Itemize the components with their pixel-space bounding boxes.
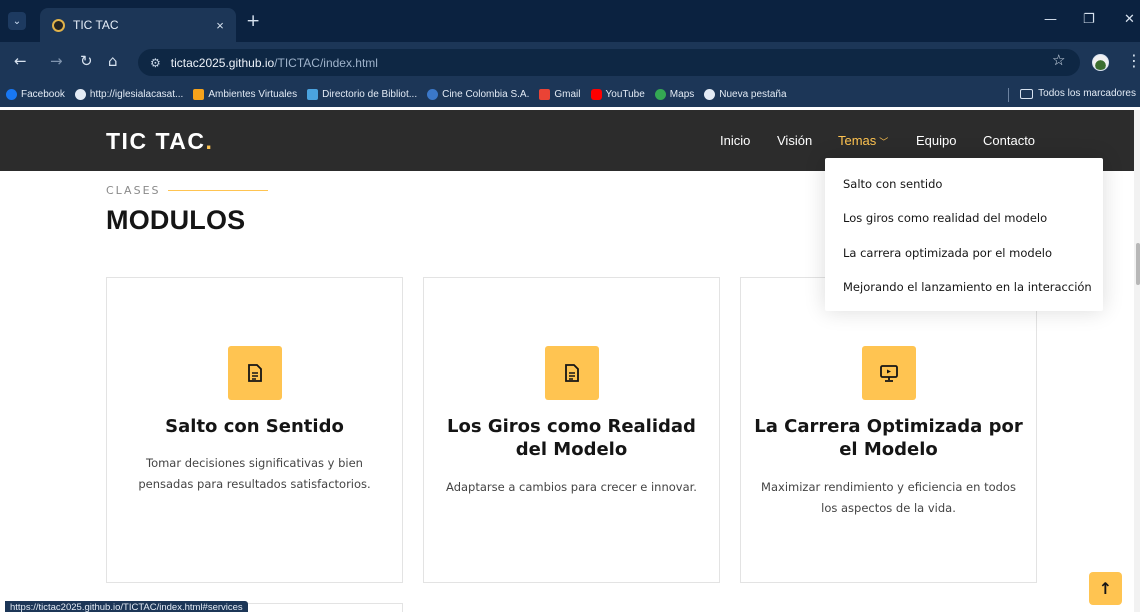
profile-avatar-icon[interactable]: [1092, 54, 1109, 71]
bookmark-maps[interactable]: Maps: [654, 89, 694, 100]
moodle-icon: [193, 89, 205, 100]
module-card-giros[interactable]: Los Giros como Realidad del Modelo Adapt…: [423, 277, 720, 583]
close-window-icon[interactable]: ✕: [1124, 12, 1135, 27]
section-eyebrow: CLASES: [106, 184, 161, 197]
bookmark-facebook[interactable]: Facebook: [6, 89, 65, 100]
nav-inicio[interactable]: Inicio: [720, 133, 750, 148]
card-title: La Carrera Optimizada por el Modelo: [754, 416, 1023, 460]
arrow-up-icon: ↑: [1098, 579, 1113, 598]
youtube-icon: [590, 89, 602, 100]
temas-dropdown: Salto con sentido Los giros como realida…: [825, 158, 1103, 311]
globe-icon: [704, 89, 716, 100]
facebook-icon: [6, 89, 17, 100]
page-scrollbar-thumb[interactable]: [1136, 243, 1140, 285]
dropdown-item-lanzamiento[interactable]: Mejorando el lanzamiento en la interacci…: [843, 280, 1092, 294]
chevron-down-icon: ﹀: [879, 137, 889, 147]
document-icon: [545, 346, 599, 400]
reload-icon[interactable]: ↻: [80, 52, 93, 70]
library-icon: [307, 89, 319, 100]
page-scrollbar[interactable]: [1134, 110, 1140, 612]
section-title: MODULOS: [106, 205, 246, 235]
card-title: Los Giros como Realidad del Modelo: [447, 416, 696, 460]
bookmark-iglesia[interactable]: http://iglesialacasat...: [74, 89, 183, 100]
card-text: Adaptarse a cambios para crecer e innova…: [446, 480, 697, 494]
dropdown-item-carrera[interactable]: La carrera optimizada por el modelo: [843, 246, 1052, 260]
dropdown-item-salto[interactable]: Salto con sentido: [843, 177, 942, 191]
browser-tabstrip: ⌄ TIC TAC × + — ❐ ✕: [0, 0, 1140, 42]
tab-title: TIC TAC: [73, 18, 119, 32]
bookmark-youtube[interactable]: YouTube: [590, 89, 645, 100]
gmail-icon: [539, 89, 551, 100]
eyebrow-divider: [168, 190, 268, 191]
tab-favicon-icon: [52, 18, 65, 32]
restore-icon[interactable]: ❐: [1083, 12, 1095, 27]
url-host: tictac2025.github.io: [170, 55, 275, 70]
new-tab-icon[interactable]: +: [246, 12, 260, 30]
bookmark-ambientes[interactable]: Ambientes Virtuales: [193, 89, 297, 100]
module-card-carrera[interactable]: La Carrera Optimizada por el Modelo Maxi…: [740, 277, 1037, 583]
folder-icon: [1020, 88, 1034, 99]
tab-search-chevron-icon[interactable]: ⌄: [8, 12, 26, 30]
bookmark-directorio[interactable]: Directorio de Bibliot...: [307, 89, 417, 100]
site-info-icon[interactable]: ⚙: [150, 56, 161, 70]
document-icon: [228, 346, 282, 400]
url-path: /TICTAC/index.html: [274, 55, 378, 70]
cine-icon: [427, 89, 439, 100]
globe-icon: [74, 89, 86, 100]
tab-close-icon[interactable]: ×: [210, 18, 230, 33]
card-text: Maximizar rendimiento y eficiencia en to…: [761, 480, 1016, 515]
address-bar[interactable]: ⚙ tictac2025.github.io /TICTAC/index.htm…: [138, 49, 1080, 76]
site-logo[interactable]: TIC TAC.: [106, 128, 213, 155]
status-bar-url: https://tictac2025.github.io/TICTAC/inde…: [5, 601, 248, 612]
card-title: Salto con Sentido: [165, 416, 344, 437]
bookmarks-bar: Facebook http://iglesialacasat... Ambien…: [0, 82, 1140, 107]
bookmark-cine[interactable]: Cine Colombia S.A.: [427, 89, 529, 100]
card-text: Tomar decisiones significativas y bien p…: [138, 456, 371, 491]
bookmark-gmail[interactable]: Gmail: [539, 89, 581, 100]
back-arrow-icon[interactable]: ←: [14, 52, 27, 70]
all-bookmarks-button[interactable]: Todos los marcadores: [1020, 88, 1136, 99]
module-card-salto[interactable]: Salto con Sentido Tomar decisiones signi…: [106, 277, 403, 583]
bookmark-star-icon[interactable]: ☆: [1052, 51, 1065, 69]
bookmark-nueva-pestana[interactable]: Nueva pestaña: [704, 89, 787, 100]
browser-toolbar: ← → ↻ ⌂ ⚙ tictac2025.github.io /TICTAC/i…: [0, 42, 1140, 82]
home-icon[interactable]: ⌂: [108, 52, 118, 70]
nav-equipo[interactable]: Equipo: [916, 133, 956, 148]
maps-icon: [654, 89, 666, 100]
nav-vision[interactable]: Visión: [777, 133, 812, 148]
nav-contacto[interactable]: Contacto: [983, 133, 1035, 148]
bookmarks-separator: [1008, 88, 1009, 102]
forward-arrow-icon[interactable]: →: [50, 52, 63, 70]
minimize-icon[interactable]: —: [1044, 12, 1057, 27]
nav-temas[interactable]: Temas ﹀: [838, 133, 888, 148]
browser-tab[interactable]: TIC TAC ×: [40, 8, 236, 42]
menu-kebab-icon[interactable]: ⋮: [1126, 51, 1140, 70]
presentation-icon: [862, 346, 916, 400]
back-to-top-button[interactable]: ↑: [1089, 572, 1122, 605]
dropdown-item-giros[interactable]: Los giros como realidad del modelo: [843, 211, 1047, 225]
